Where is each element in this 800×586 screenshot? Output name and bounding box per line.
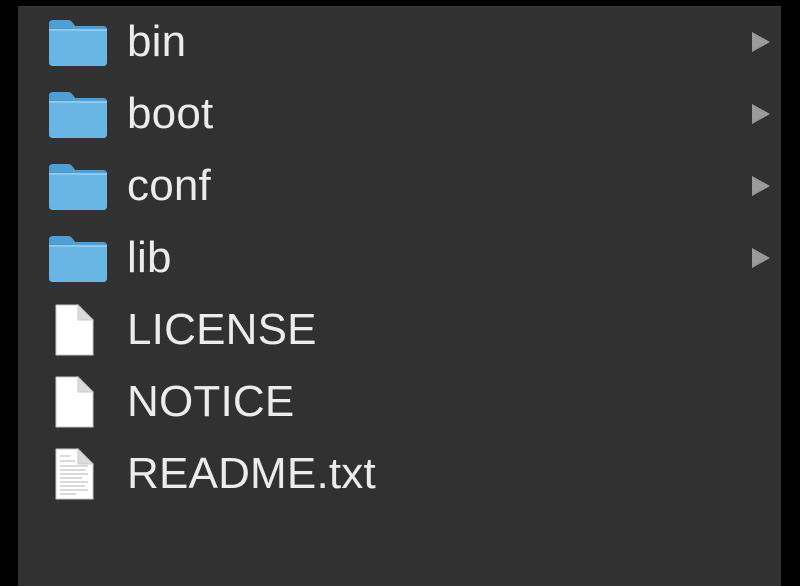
item-name: conf <box>127 161 211 210</box>
item-name: bin <box>127 17 187 66</box>
item-name: boot <box>127 89 214 138</box>
list-item-conf[interactable]: conf <box>18 150 781 222</box>
document-icon <box>46 304 110 356</box>
disclosure-triangle-icon[interactable] <box>748 246 772 270</box>
folder-icon <box>46 232 110 284</box>
item-name: LICENSE <box>127 305 317 354</box>
list-item-notice[interactable]: NOTICE <box>18 366 781 438</box>
folder-icon <box>46 88 110 140</box>
text-document-icon <box>46 448 110 500</box>
disclosure-triangle-icon[interactable] <box>748 102 772 126</box>
list-item-boot[interactable]: boot <box>18 78 781 150</box>
file-list-pane: bin boot conf lib LICENSE NOTICE README.… <box>18 6 781 586</box>
folder-icon <box>46 16 110 68</box>
item-name: lib <box>127 233 172 282</box>
disclosure-triangle-icon[interactable] <box>748 174 772 198</box>
list-item-license[interactable]: LICENSE <box>18 294 781 366</box>
list-item-lib[interactable]: lib <box>18 222 781 294</box>
list-item-bin[interactable]: bin <box>18 6 781 78</box>
item-name: README.txt <box>127 449 376 498</box>
list-item-readme[interactable]: README.txt <box>18 438 781 510</box>
item-name: NOTICE <box>127 377 295 426</box>
document-icon <box>46 376 110 428</box>
disclosure-triangle-icon[interactable] <box>748 30 772 54</box>
folder-icon <box>46 160 110 212</box>
